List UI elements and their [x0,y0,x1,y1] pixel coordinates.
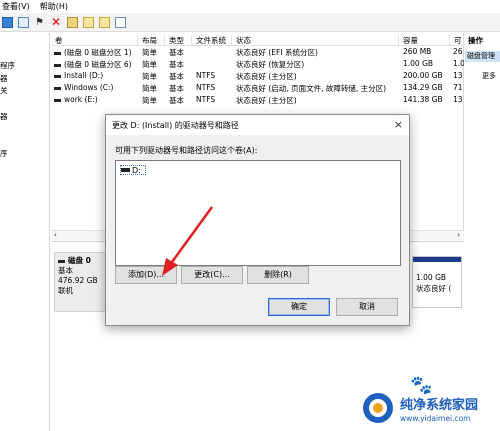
close-icon[interactable]: × [394,118,403,131]
disk-type: 基本 [58,266,73,275]
nav-item[interactable]: 程序 [0,60,15,71]
change-drive-letter-dialog: 更改 D: (Install) 的驱动器号和路径 × 可用下列驱动器号和路径访问… [105,114,410,326]
connect-icon[interactable]: ⚑ [34,17,45,28]
col-free[interactable]: 可 [451,35,464,46]
partition-bar [413,257,461,262]
dialog-titlebar: 更改 D: (Install) 的驱动器号和路径 × [106,115,409,135]
disk-0-label[interactable]: 磁盘 0 基本 476.92 GB 联机 [54,252,110,312]
list-item[interactable]: D: [120,165,146,175]
dialog-title: 更改 D: (Install) 的驱动器号和路径 [112,121,239,130]
change-button[interactable]: 更改(C)... [181,266,243,284]
col-capacity[interactable]: 容量 [400,35,450,46]
disk-status: 联机 [58,286,73,295]
nav-item[interactable]: 器 [0,73,8,84]
document-icon[interactable] [83,16,94,28]
table-row[interactable]: (磁盘 0 磁盘分区 1) 简单 基本 状态良好 (EFI 系统分区) 260 … [52,47,464,57]
window-icon[interactable] [18,16,29,28]
table-header: 卷 布局 类型 文件系统 状态 容量 可 [52,33,464,46]
drive-path-list[interactable]: D: [115,160,401,266]
volume-icon [54,51,61,55]
partition-size: 1.00 GB [416,273,447,282]
partition-block[interactable]: 1.00 GB 状态良好 ( [412,256,462,308]
actions-header: 操作 [468,36,483,45]
menu-view[interactable]: 查看(V) [2,1,30,12]
nav-item[interactable]: 序 [0,148,8,159]
watermark-url: www.yidaimei.com [400,414,471,423]
delete-icon[interactable]: ✕ [50,16,62,28]
col-type[interactable]: 类型 [166,35,192,46]
add-button[interactable]: 添加(D)... [115,266,177,284]
col-status[interactable]: 状态 [233,35,399,46]
nav-item[interactable]: 关 [0,85,8,96]
disk-size: 476.92 GB [58,276,98,285]
table-row[interactable]: work (E:) 简单 基本 NTFS 状态良好 (主分区) 141.38 G… [52,95,464,105]
toolbar: ⚑ ✕ [0,13,500,32]
scroll-left-icon[interactable]: ‹ [54,231,57,239]
col-volume[interactable]: 卷 [52,35,138,46]
partition-status: 状态良好 ( [416,284,452,293]
table-row[interactable]: (磁盘 0 磁盘分区 6) 简单 基本 状态良好 (恢复分区) 1.00 GB … [52,59,464,69]
col-filesystem[interactable]: 文件系统 [193,35,232,46]
drive-icon [121,168,130,172]
folder-icon[interactable] [99,16,110,28]
watermark-title: 纯净系统家园 [400,398,479,413]
left-nav-pane: 程序 器 关 器 序 [0,33,50,431]
site-logo-icon [363,393,393,423]
actions-pane: 操作 磁盘管理 更多 [465,33,500,431]
delete-button[interactable]: 删除(R) [247,266,309,284]
action-more[interactable]: 更多 [482,71,496,81]
ok-button[interactable]: 确定 [268,298,330,316]
volume-icon [54,63,61,67]
col-layout[interactable]: 布局 [139,35,165,46]
site-watermark: 纯净系统家园 www.yidaimei.com [360,389,500,431]
dialog-label: 可用下列驱动器号和路径访问这个卷(A): [115,146,258,155]
properties-icon[interactable] [2,16,13,28]
nav-item[interactable]: 器 [0,111,8,122]
action-disk-management[interactable]: 磁盘管理 [465,51,500,62]
volume-icon [54,86,61,90]
table-row[interactable]: Windows (C:) 简单 基本 NTFS 状态良好 (启动, 页面文件, … [52,83,464,93]
scroll-right-icon[interactable]: › [457,231,460,239]
cancel-button[interactable]: 取消 [336,298,398,316]
disk-icon [58,259,65,263]
volume-icon [54,98,61,102]
volume-icon [54,74,61,78]
menu-help[interactable]: 帮助(H) [40,1,68,12]
menu-bar: 查看(V) 帮助(H) [0,0,500,13]
table-row[interactable]: Install (D:) 简单 基本 NTFS 状态良好 (主分区) 200.0… [52,71,464,81]
check-icon[interactable] [67,16,78,28]
view-icon[interactable] [115,16,126,28]
